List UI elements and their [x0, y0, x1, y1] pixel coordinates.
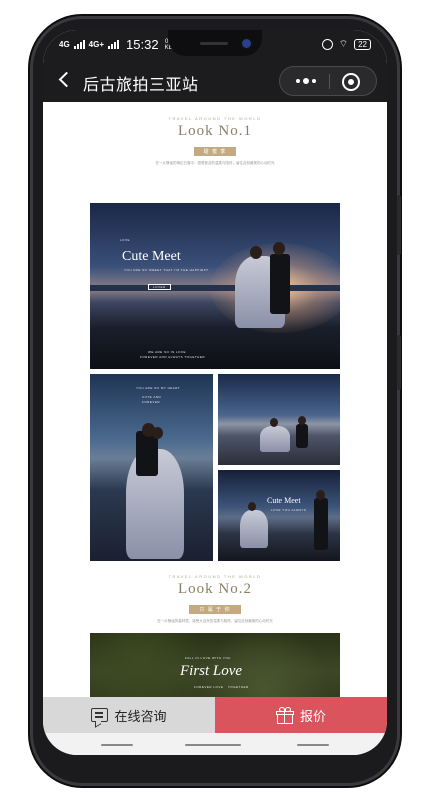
navigation-bar: 后古旅拍三亚站 — [43, 58, 387, 102]
system-nav-back[interactable] — [297, 744, 329, 746]
look-section-2: TRAVEL AROUND THE WORLD Look No.2 只 属 于 … — [43, 574, 387, 624]
forest-photo-footer-2: TOGETHER — [228, 685, 249, 689]
look1-description: 在一片静谧的海边日落中，感受彼此的温柔与陪伴，留住此刻最美的心动时光 — [155, 161, 275, 165]
look1-tiny-text: TRAVEL AROUND THE WORLD — [168, 116, 262, 121]
page-title: 后古旅拍三亚站 — [83, 77, 199, 94]
bottom-action-bar: 在线咨询 报价 — [43, 697, 387, 733]
main-photo[interactable]: LOVE Cute Meet YOU ARE SO SWEET THAT I'M… — [90, 203, 340, 369]
main-photo-label: LOVE — [120, 238, 131, 242]
look2-tag: 只 属 于 你 — [189, 605, 241, 614]
forest-photo-title: First Love — [180, 663, 243, 679]
alarm-icon — [321, 39, 333, 50]
left-photo-line-1: YOU ARE SO MY HEART — [136, 386, 181, 390]
system-nav-bar — [43, 733, 387, 755]
left-photo-line-2: CUTE AND — [142, 395, 162, 399]
right-bottom-photo-title: Cute Meet — [267, 496, 301, 505]
system-nav-home[interactable] — [185, 744, 241, 746]
couple-figure — [230, 238, 310, 328]
main-photo-footer-2: FOREVER AND ALWAYS TOGETHER — [140, 355, 206, 359]
target-close-icon[interactable] — [342, 73, 360, 91]
signal-label-2: 4G+ — [88, 39, 105, 49]
camera-notch — [168, 30, 262, 56]
status-left: 4G 4G+ 15:32 0.70KB/s — [59, 37, 177, 52]
look-section-1: TRAVEL AROUND THE WORLD Look No.1 甜 蜜 季 … — [43, 116, 387, 166]
seated-couple-figure — [260, 414, 320, 459]
main-photo-footer-1: WE ARE SO IN LOVE — [148, 350, 187, 354]
power-button — [397, 195, 401, 255]
system-nav-recents[interactable] — [101, 744, 133, 746]
signal-icon-2 — [108, 40, 120, 49]
main-content[interactable]: TRAVEL AROUND THE WORLD Look No.1 甜 蜜 季 … — [43, 102, 387, 697]
miniprogram-capsule — [279, 66, 377, 96]
look1-tag: 甜 蜜 季 — [193, 147, 237, 156]
forest-photo-tiny: FALL IN LOVE WITH YOU — [185, 656, 231, 660]
phone-screen: 4G 4G+ 15:32 0.70KB/s ⌔ 22 后古旅拍三亚站 TRA — [43, 30, 387, 755]
quote-label: 报价 — [299, 708, 326, 724]
status-bar: 4G 4G+ 15:32 0.70KB/s ⌔ 22 — [43, 30, 387, 58]
forest-photo[interactable]: FALL IN LOVE WITH YOU First Love FOREVER… — [90, 633, 340, 697]
front-camera — [242, 39, 251, 48]
main-photo-button: LOVER — [148, 284, 171, 290]
signal-icon — [73, 40, 85, 49]
look2-heading: Look No.2 — [178, 581, 252, 597]
online-consult-label: 在线咨询 — [114, 708, 167, 724]
battery-icon: 22 — [354, 39, 371, 50]
main-photo-subtitle: YOU ARE SO SWEET THAT I'M THE HAPPIEST — [124, 268, 209, 272]
main-photo-title: Cute Meet — [122, 249, 181, 264]
right-bottom-photo-subtitle: LOVE YOU ALWAYS — [271, 508, 307, 512]
more-dots-icon[interactable] — [293, 70, 319, 92]
right-top-photo[interactable] — [218, 374, 340, 465]
quote-button[interactable]: 报价 — [215, 697, 387, 733]
couple-embrace-figure — [118, 419, 188, 559]
look2-description: 在一片静谧的森林里，感受大自然的温柔与陪伴，留住此刻最美的心动时光 — [157, 619, 273, 623]
volume-button — [397, 335, 401, 390]
wifi-icon: ⌔ — [338, 39, 349, 50]
capsule-divider — [329, 74, 330, 89]
look2-tiny-text: TRAVEL AROUND THE WORLD — [168, 574, 262, 579]
earpiece-speaker — [200, 42, 228, 45]
chat-icon — [91, 708, 109, 722]
right-bottom-photo[interactable]: Cute Meet LOVE YOU ALWAYS — [218, 470, 340, 561]
look1-heading: Look No.1 — [178, 123, 252, 139]
forest-photo-footer-1: FOREVER LOVE — [194, 685, 224, 689]
status-right: ⌔ 22 — [321, 38, 371, 51]
signal-label-1: 4G — [59, 39, 70, 49]
clock: 15:32 — [126, 37, 159, 52]
chevron-left-icon[interactable] — [55, 68, 77, 92]
left-photo-line-3: FOREVER — [142, 400, 161, 404]
left-photo[interactable]: YOU ARE SO MY HEART CUTE AND FOREVER — [90, 374, 213, 561]
gift-icon — [275, 706, 294, 724]
online-consult-button[interactable]: 在线咨询 — [43, 697, 215, 733]
